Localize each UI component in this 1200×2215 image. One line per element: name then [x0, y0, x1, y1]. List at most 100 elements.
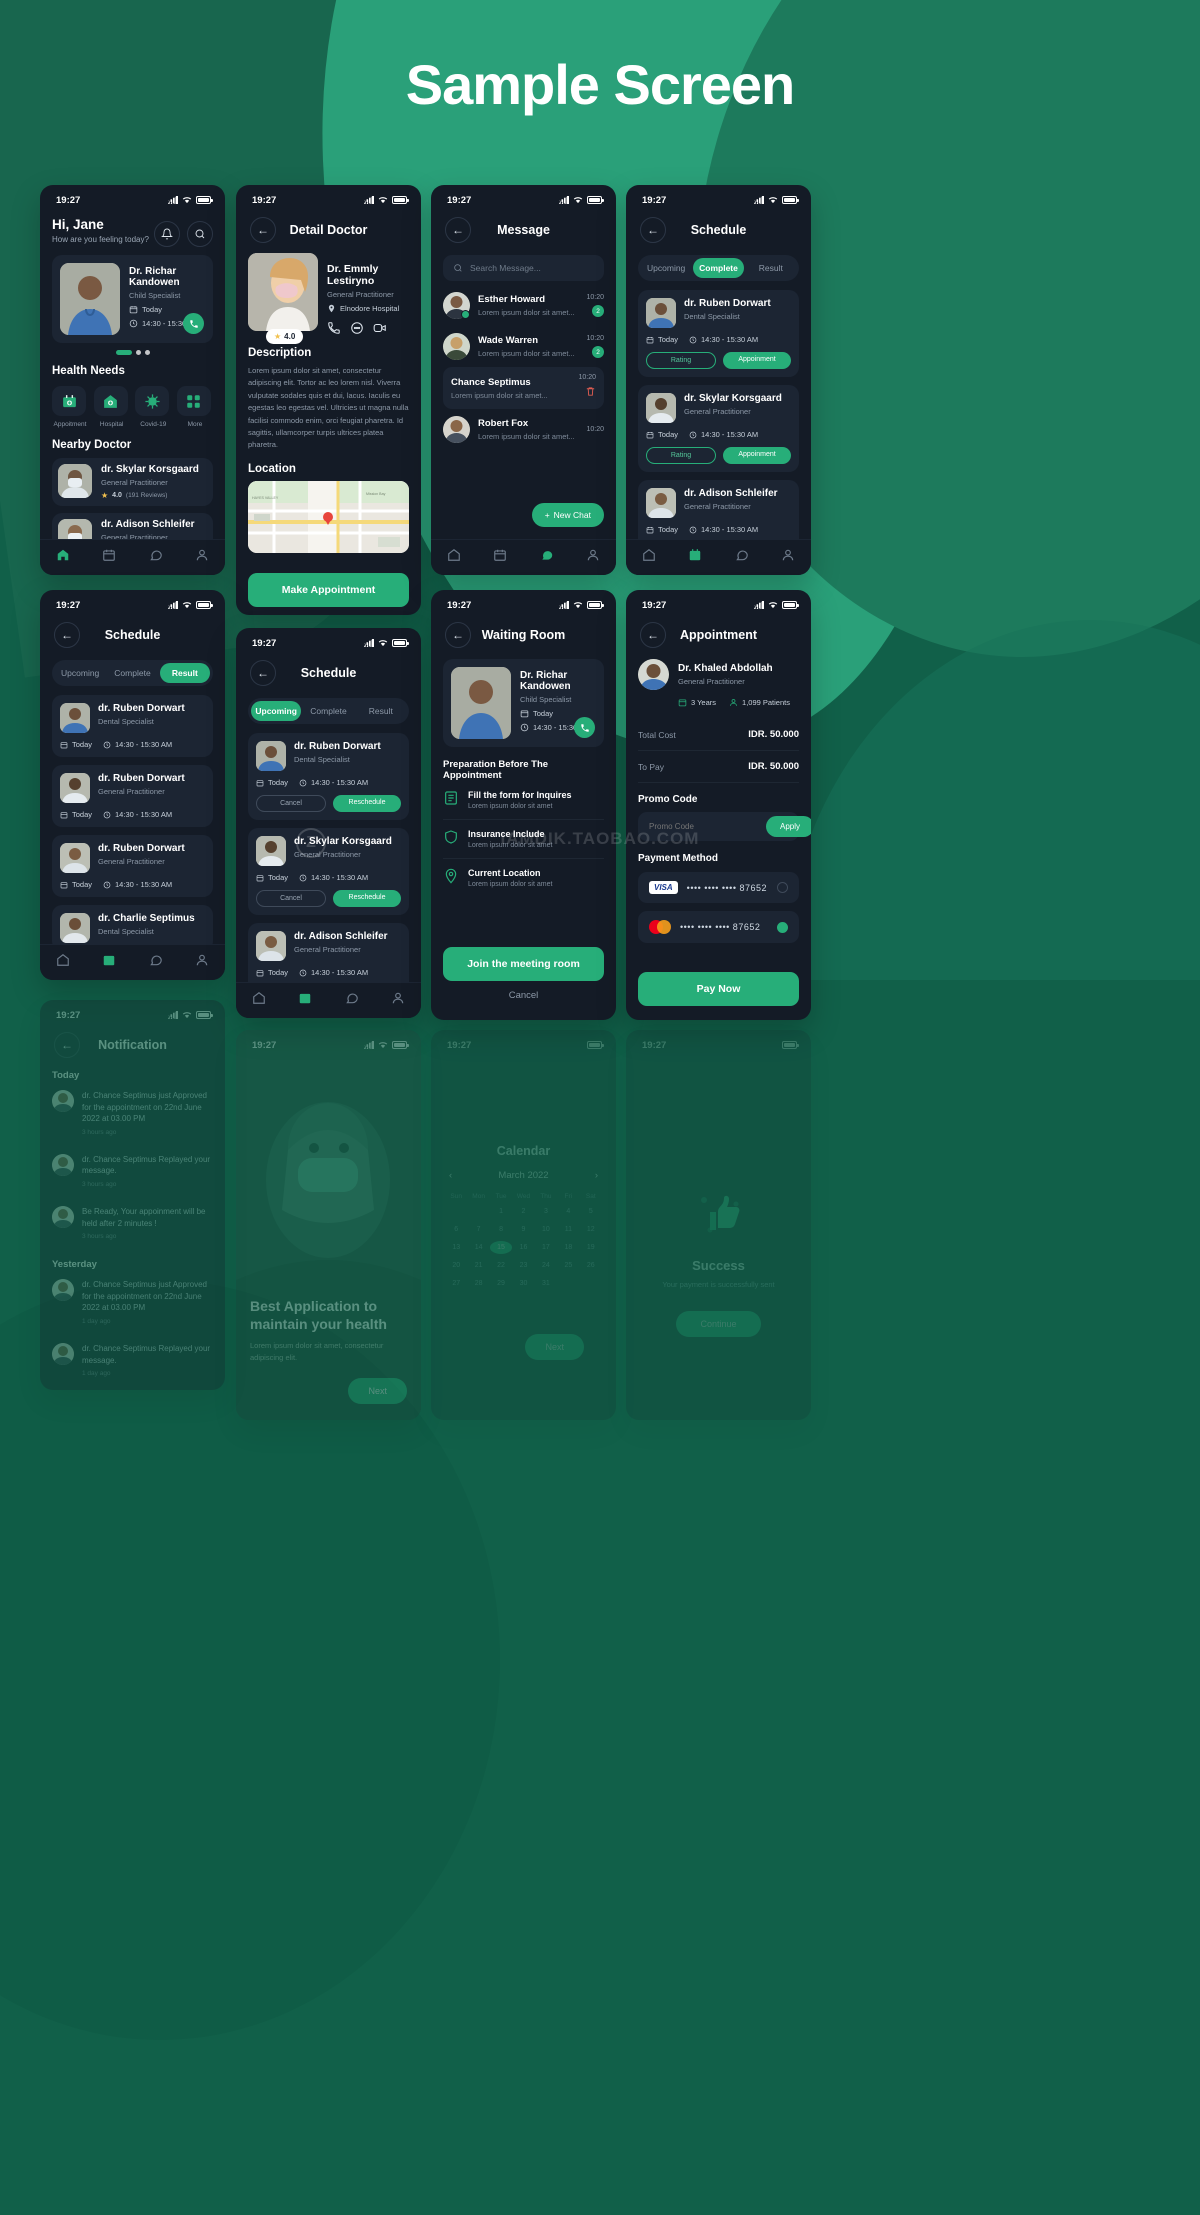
- bottom-tabbar[interactable]: [40, 539, 225, 575]
- continue-button[interactable]: Continue: [676, 1311, 761, 1337]
- tab-complete[interactable]: Complete: [303, 701, 353, 721]
- back-button[interactable]: ←: [250, 217, 276, 243]
- tab-upcoming[interactable]: Upcoming: [641, 258, 691, 278]
- reschedule-button[interactable]: Reschedule: [333, 795, 401, 812]
- notification-item[interactable]: dr. Chance Septimus Replayed your messag…: [52, 1145, 213, 1197]
- screen-detail-doctor[interactable]: 19:27 ← Detail Doctor ★ 4.0 Dr. Emmly Le…: [236, 185, 421, 615]
- screen-notification[interactable]: 19:27 ← Notification Today dr. Chance Se…: [40, 1000, 225, 1390]
- next-button[interactable]: Next: [348, 1378, 407, 1404]
- calendar-grid[interactable]: Sun Mon Tue Wed Thu Fri Sat 1 2 3 4 5 6 …: [445, 1193, 602, 1290]
- back-button[interactable]: ←: [640, 217, 666, 243]
- message-thread[interactable]: Robert Fox Lorem ipsum dolor sit amet...…: [443, 409, 604, 450]
- message-thread-swiped[interactable]: Chance Septimus Lorem ipsum dolor sit am…: [443, 367, 604, 409]
- back-button[interactable]: ←: [250, 660, 276, 686]
- tab-profile[interactable]: [391, 991, 405, 1010]
- trash-icon[interactable]: [585, 386, 596, 397]
- back-button[interactable]: ←: [54, 1032, 80, 1058]
- need-more[interactable]: More: [176, 386, 213, 428]
- tab-complete[interactable]: Complete: [107, 663, 157, 683]
- tab-schedule[interactable]: [298, 991, 312, 1010]
- tab-profile[interactable]: [195, 548, 209, 567]
- tab-schedule[interactable]: [493, 548, 507, 567]
- tab-upcoming[interactable]: Upcoming: [55, 663, 105, 683]
- tab-message[interactable]: [149, 953, 163, 972]
- pay-now-button[interactable]: Pay Now: [638, 972, 799, 1006]
- back-button[interactable]: ←: [445, 217, 471, 243]
- tab-home[interactable]: [642, 548, 656, 567]
- search-icon[interactable]: [187, 221, 213, 247]
- tab-schedule[interactable]: [102, 953, 116, 972]
- screen-waiting-room[interactable]: 19:27 ← Waiting Room Dr. Richar Kandowen…: [431, 590, 616, 1020]
- result-item[interactable]: dr. Ruben Dorwart General Practitioner T…: [52, 765, 213, 827]
- calendar-header[interactable]: ‹ March 2022 ›: [445, 1164, 602, 1187]
- appointment-button[interactable]: Appoinment: [723, 352, 791, 369]
- screen-appointment[interactable]: 19:27 ← Appointment Dr. Khaled Abdollah …: [626, 590, 811, 1020]
- payment-method-visa[interactable]: VISA •••• •••• •••• 87652: [638, 872, 799, 903]
- nearby-doctor-row[interactable]: dr. Skylar Korsgaard General Practitione…: [52, 458, 213, 506]
- cancel-button[interactable]: Cancel: [256, 890, 326, 907]
- appointment-button[interactable]: Appoinment: [723, 447, 791, 464]
- make-appointment-button[interactable]: Make Appointment: [248, 572, 409, 607]
- schedule-tabs[interactable]: Upcoming Complete Result: [248, 698, 409, 724]
- new-chat-button[interactable]: + New Chat: [531, 503, 604, 527]
- tab-message[interactable]: [149, 548, 163, 567]
- back-button[interactable]: ←: [640, 622, 666, 648]
- call-button[interactable]: [183, 313, 204, 334]
- back-button[interactable]: ←: [445, 622, 471, 648]
- tab-result[interactable]: Result: [356, 701, 406, 721]
- notification-item[interactable]: Be Ready, Your appoinment will be held a…: [52, 1386, 213, 1390]
- rating-button[interactable]: Rating: [646, 447, 716, 464]
- notification-item[interactable]: dr. Chance Septimus Replayed your messag…: [52, 1334, 213, 1386]
- result-item[interactable]: dr. Ruben Dorwart Dental Specialist Toda…: [52, 695, 213, 757]
- tab-profile[interactable]: [781, 548, 795, 567]
- schedule-item[interactable]: dr. Ruben Dorwart Dental Specialist Toda…: [248, 733, 409, 820]
- notification-item[interactable]: dr. Chance Septimus just Approved for th…: [52, 1081, 213, 1145]
- screen-message[interactable]: 19:27 ← Message Search Message... Esther…: [431, 185, 616, 575]
- health-needs-list[interactable]: Appoitment Hospital Covid-19 More: [52, 386, 213, 428]
- tab-upcoming[interactable]: Upcoming: [251, 701, 302, 721]
- bell-icon[interactable]: [154, 221, 180, 247]
- tab-schedule[interactable]: [102, 548, 116, 567]
- prep-step[interactable]: Current Location Lorem ipsum dolor sit a…: [443, 859, 604, 897]
- tab-home[interactable]: [56, 548, 70, 567]
- need-hospital[interactable]: Hospital: [93, 386, 130, 428]
- next-button[interactable]: Next: [525, 1334, 584, 1360]
- message-thread[interactable]: Wade Warren Lorem ipsum dolor sit amet..…: [443, 326, 604, 367]
- bottom-tabbar[interactable]: [431, 539, 616, 575]
- chevron-left-icon[interactable]: ‹: [449, 1170, 452, 1181]
- chat-icon[interactable]: [350, 321, 364, 335]
- notification-item[interactable]: Be Ready, Your appoinment will be held a…: [52, 1197, 213, 1249]
- map-preview[interactable]: HAYES VALLEY Mission Bay: [248, 480, 409, 553]
- cancel-button[interactable]: Cancel: [256, 795, 326, 812]
- screen-success[interactable]: 19:27 Success Your payment is successful…: [626, 1030, 811, 1420]
- phone-icon[interactable]: [327, 321, 341, 335]
- screen-onboarding[interactable]: 19:27 Best Application to maintain your …: [236, 1030, 421, 1420]
- schedule-tabs[interactable]: Upcoming Complete Result: [638, 255, 799, 281]
- featured-appointment-card[interactable]: Dr. Richar Kandowen Child Specialist Tod…: [52, 255, 213, 343]
- waiting-doctor-card[interactable]: Dr. Richar Kandowen Child Specialist Tod…: [443, 659, 604, 747]
- join-meeting-button[interactable]: Join the meeting room: [443, 947, 604, 981]
- tab-complete[interactable]: Complete: [693, 258, 744, 278]
- screen-schedule-upcoming[interactable]: 19:27 ← Schedule Upcoming Complete Resul…: [236, 628, 421, 1018]
- schedule-item[interactable]: dr. Ruben Dorwart Dental Specialist Toda…: [638, 290, 799, 377]
- screen-schedule-complete[interactable]: 19:27 ← Schedule Upcoming Complete Resul…: [626, 185, 811, 575]
- rating-button[interactable]: Rating: [646, 352, 716, 369]
- tab-home[interactable]: [447, 548, 461, 567]
- screen-home[interactable]: 19:27 Hi, Jane How are you feeling today…: [40, 185, 225, 575]
- reschedule-button[interactable]: Reschedule: [333, 890, 401, 907]
- need-appointment[interactable]: Appoitment: [52, 386, 88, 428]
- payment-method-mastercard[interactable]: •••• •••• •••• 87652: [638, 911, 799, 943]
- video-icon[interactable]: [373, 321, 387, 335]
- message-thread[interactable]: Esther Howard Lorem ipsum dolor sit amet…: [443, 285, 604, 326]
- chevron-right-icon[interactable]: ›: [595, 1170, 598, 1181]
- bottom-tabbar[interactable]: [236, 982, 421, 1018]
- radio-button[interactable]: [777, 921, 788, 933]
- cancel-button[interactable]: Cancel: [443, 981, 604, 1010]
- carousel-dots[interactable]: [52, 350, 213, 355]
- tab-profile[interactable]: [195, 953, 209, 972]
- screen-calendar[interactable]: 19:27 Calendar ‹ March 2022 › Sun Mon Tu…: [431, 1030, 616, 1420]
- screen-schedule-result[interactable]: 19:27 ← Schedule Upcoming Complete Resul…: [40, 590, 225, 980]
- tab-message[interactable]: [735, 548, 749, 567]
- bottom-tabbar[interactable]: [626, 539, 811, 575]
- schedule-tabs[interactable]: Upcoming Complete Result: [52, 660, 213, 686]
